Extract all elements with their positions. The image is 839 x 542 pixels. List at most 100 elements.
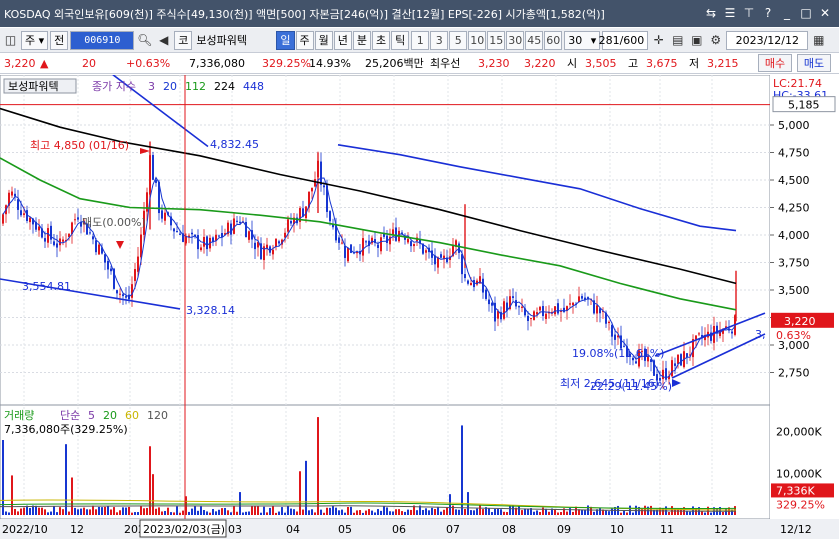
volume-bar [482, 509, 484, 515]
stock-code-input[interactable]: 006910 [70, 30, 135, 50]
volume-bar [290, 508, 292, 515]
volume-bar [206, 511, 208, 515]
settings-icon[interactable]: ☰ [722, 5, 738, 21]
candle-body [77, 217, 79, 220]
tab-period-second[interactable]: 초 [372, 30, 391, 50]
volume-bar [575, 506, 577, 515]
candle-body [329, 211, 331, 222]
candle-body [344, 245, 346, 258]
volume-bar [548, 511, 550, 515]
volume-bar [416, 510, 418, 515]
volume-bar [5, 511, 7, 515]
tab-period-day[interactable]: 일 [276, 30, 295, 50]
volume-current-label: 7,336K [776, 484, 815, 497]
tab-period-year[interactable]: 년 [333, 30, 352, 50]
interval-button[interactable]: 3 [430, 30, 449, 50]
up-arrow-icon: ▲ [40, 56, 49, 70]
x-tick-label: 06 [392, 523, 406, 536]
calendar-icon[interactable]: ▦ [810, 31, 827, 50]
close-icon[interactable]: ✕ [817, 5, 833, 21]
volume-bar [521, 510, 523, 515]
prev-button[interactable]: 전 [50, 30, 69, 50]
sound-icon[interactable]: ◀ [155, 31, 172, 50]
volume-bar [365, 510, 367, 515]
interval-button[interactable]: 10 [468, 30, 487, 50]
current-price: 3,220 [4, 56, 36, 70]
volume-bar [536, 510, 538, 515]
chevron-down-icon: ▾ [590, 33, 597, 47]
search-icon[interactable]: 🔍︎ [136, 31, 153, 50]
candle-body [206, 236, 208, 250]
volume-bar [362, 512, 364, 515]
legend-ma-value: 112 [185, 80, 206, 93]
best-ask: 3,230 [478, 56, 510, 70]
chart-area[interactable]: 보성파워텍 종가 지수 3 20 112 224 448 최고 4,850 (01/16) 4,… [0, 64, 839, 539]
candle-body [572, 302, 574, 306]
link-icon[interactable]: ⇆ [703, 5, 719, 21]
candle-body [518, 306, 520, 308]
minimize-icon[interactable]: _ [779, 5, 795, 21]
gear-icon[interactable]: ⚙ [707, 31, 724, 50]
pin-icon[interactable]: ⊤ [741, 5, 757, 21]
volume-current-pct: 329.25% [776, 498, 825, 511]
candle-body [107, 261, 109, 270]
candle-body [482, 278, 484, 293]
interval-dropdown[interactable]: 30 ▾ [564, 30, 601, 50]
market-select[interactable]: 주 ▾ [21, 30, 49, 50]
interval-button[interactable]: 15 [487, 30, 506, 50]
page-counter-input[interactable]: 281/600 [599, 30, 649, 50]
date-input[interactable]: 2023/12/12 [726, 30, 809, 50]
volume-bar [248, 511, 250, 515]
volume-bar [734, 506, 736, 515]
tab-period-minute[interactable]: 분 [352, 30, 372, 50]
open-label: 시 [567, 57, 578, 70]
maximize-icon[interactable]: □ [798, 5, 814, 21]
volume-bar [371, 510, 373, 515]
candle-body [380, 237, 382, 252]
volume: 7,336,080 [189, 56, 245, 70]
candle-body [485, 289, 487, 299]
volume-bar [170, 512, 172, 515]
volume-bar [593, 511, 595, 515]
panel-toggle-icon[interactable]: ◫ [2, 31, 19, 50]
help-icon[interactable]: ? [760, 5, 776, 21]
code-prefix-button[interactable]: 코 [174, 30, 193, 50]
price-volume-chart[interactable]: 보성파워텍 종가 지수 3 20 112 224 448 최고 4,850 (01/16) 4,… [0, 64, 839, 539]
volume-legend-ma-value: 120 [147, 409, 168, 422]
candle-body [116, 290, 118, 294]
volume-legend-ma-label: 단순 [60, 409, 80, 422]
interval-button[interactable]: 1 [411, 30, 430, 50]
volume-bar [227, 510, 229, 515]
candle-body [323, 185, 325, 188]
volume-bar [74, 507, 76, 515]
interval-button[interactable]: 5 [449, 30, 468, 50]
sell-button[interactable]: 매도 [797, 54, 831, 72]
volume-bar [458, 509, 460, 515]
crosshair-icon[interactable]: ✛ [650, 31, 667, 50]
volume-bar [605, 510, 607, 515]
volume-bar [491, 512, 493, 515]
candle-body [341, 242, 343, 244]
tab-period-month[interactable]: 월 [314, 30, 333, 50]
candle-body [179, 233, 181, 235]
volume-bar [53, 506, 55, 515]
volume-bar [701, 511, 703, 515]
interval-button[interactable]: 30 [506, 30, 525, 50]
high-annotation: 최고 4,850 (01/16) [30, 139, 129, 152]
volume-bar [56, 512, 58, 515]
tab-period-week[interactable]: 주 [295, 30, 314, 50]
chart-type-icon[interactable]: ▤ [669, 31, 686, 50]
volume-bar [221, 508, 223, 515]
turnover: 14.93% [309, 56, 351, 70]
volume-bar [128, 506, 130, 515]
volume-bar [17, 511, 19, 515]
candle-body [377, 244, 379, 248]
volume-bar [500, 509, 502, 515]
tab-period-tick[interactable]: 틱 [391, 30, 410, 50]
buy-button[interactable]: 매수 [758, 54, 792, 72]
interval-button[interactable]: 60 [544, 30, 563, 50]
interval-button[interactable]: 45 [525, 30, 544, 50]
candle-body [287, 219, 289, 232]
save-icon[interactable]: ▣ [688, 31, 705, 50]
candle-body [635, 361, 637, 364]
